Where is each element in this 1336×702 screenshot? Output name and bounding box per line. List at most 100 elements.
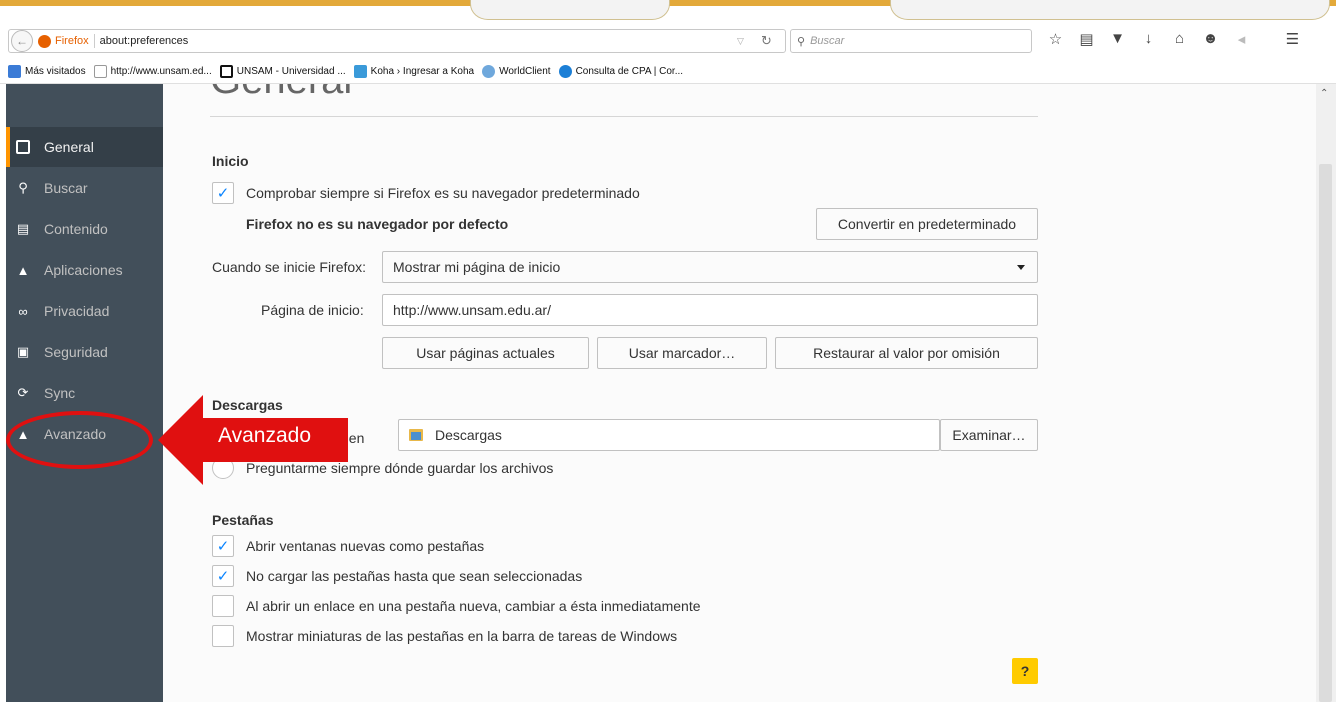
bookmark-label: Más visitados (25, 66, 86, 77)
sidebar-item-label: Privacidad (44, 303, 110, 319)
tab[interactable] (890, 0, 1330, 20)
tabs-option-label[interactable]: Abrir ventanas nuevas como pestañas (246, 538, 484, 554)
startup-label: Cuando se inicie Firefox: (212, 259, 367, 275)
browse-button[interactable]: Examinar… (940, 419, 1038, 451)
history-dropdown-icon[interactable]: ▽ (737, 36, 744, 47)
home-icon[interactable]: ⌂ (1164, 30, 1195, 48)
bookmark-label: http://www.unsam.ed... (110, 66, 212, 77)
identity-label[interactable]: Firefox (55, 35, 89, 47)
firefox-logo-icon (38, 34, 51, 48)
default-browser-label[interactable]: Comprobar siempre si Firefox es su naveg… (246, 185, 640, 201)
reload-icon[interactable]: ↻ (761, 33, 772, 49)
folder-icon (409, 429, 423, 441)
tabs-option-checkbox[interactable] (212, 595, 234, 617)
sidebar-item-buscar[interactable]: ⚲ Buscar (6, 168, 163, 208)
sidebar-item-label: Seguridad (44, 344, 108, 360)
bookmark-label: Consulta de CPA | Cor... (575, 66, 684, 77)
menu-hamburger-icon[interactable]: ☰ (1277, 30, 1308, 48)
bookmarks-toolbar: Más visitados http://www.unsam.ed... UNS… (0, 60, 1336, 84)
sidebar-item-label: Contenido (44, 221, 108, 237)
sidebar-item-general[interactable]: General (6, 127, 163, 167)
section-heading-pestanas: Pestañas (212, 512, 274, 528)
applications-icon: ▲ (16, 262, 30, 278)
use-bookmark-button[interactable]: Usar marcador… (597, 337, 767, 369)
sidebar-item-label: General (44, 139, 94, 155)
restore-default-button[interactable]: Restaurar al valor por omisión (775, 337, 1038, 369)
preferences-sidebar: General ⚲ Buscar ▤ Contenido ▲ Aplicacio… (6, 84, 163, 702)
page-title-clip: General (163, 84, 1316, 124)
bookmark-item[interactable]: UNSAM - Universidad ... (219, 65, 346, 78)
divider (93, 34, 95, 48)
koha-icon (353, 65, 367, 78)
content-icon: ▤ (16, 221, 30, 236)
bookmark-item[interactable]: Consulta de CPA | Cor... (558, 65, 684, 78)
chevron-down-icon (1017, 265, 1025, 270)
page-icon (93, 65, 107, 78)
sidebar-item-contenido[interactable]: ▤ Contenido (6, 209, 163, 249)
bookmark-item[interactable]: Koha › Ingresar a Koha (353, 65, 474, 78)
sidebar-item-seguridad[interactable]: ▣ Seguridad (6, 332, 163, 372)
sidebar-item-privacidad[interactable]: ∞ Privacidad (6, 291, 163, 331)
checkmark-icon: ✓ (216, 568, 230, 585)
bookmark-label: UNSAM - Universidad ... (236, 66, 346, 77)
section-heading-inicio: Inicio (212, 153, 249, 169)
bookmarks-menu-icon[interactable]: ▤ (1071, 30, 1102, 48)
checkmark-icon: ✓ (216, 185, 230, 202)
security-lock-icon: ▣ (16, 344, 30, 359)
homepage-input-value: http://www.unsam.edu.ar/ (393, 302, 551, 318)
annotation-arrow-label: Avanzado (218, 424, 312, 447)
sidebar-item-label: Buscar (44, 180, 88, 196)
navigation-toolbar: ← Firefox about:preferences ▽ ↻ ⚲ Buscar… (0, 24, 1336, 60)
url-text[interactable]: about:preferences (100, 35, 189, 47)
url-bar[interactable]: ← Firefox about:preferences ▽ ↻ (8, 29, 786, 53)
tabs-option-label[interactable]: Al abrir un enlace en una pestaña nueva,… (246, 598, 701, 614)
make-default-button[interactable]: Convertir en predeterminado (816, 208, 1038, 240)
search-icon: ⚲ (18, 180, 28, 195)
page-title: General (210, 84, 352, 103)
sidebar-item-label: Sync (44, 385, 76, 401)
sync-icon: ⟳ (17, 385, 29, 400)
scrollbar-thumb[interactable] (1319, 164, 1332, 702)
search-icon: ⚲ (797, 35, 806, 48)
homepage-label: Página de inicio: (261, 302, 364, 318)
sidebar-item-sync[interactable]: ⟳ Sync (6, 373, 163, 413)
homepage-input[interactable]: http://www.unsam.edu.ar/ (382, 294, 1038, 326)
sidebar-item-label: Aplicaciones (44, 262, 123, 278)
privacy-mask-icon: ∞ (18, 303, 28, 319)
title-divider (210, 116, 1038, 117)
toolbar-icons: ☆ ▤ ▼ ↓ ⌂ ☻ ◂ ☰ (1040, 30, 1308, 48)
bookmark-star-icon[interactable]: ☆ (1040, 30, 1071, 48)
use-current-pages-button[interactable]: Usar páginas actuales (382, 337, 589, 369)
checkmark-icon: ✓ (216, 538, 230, 555)
tabs-option-label[interactable]: Mostrar miniaturas de las pestañas en la… (246, 628, 677, 644)
unsam-icon (219, 65, 233, 78)
downloads-icon[interactable]: ↓ (1133, 30, 1164, 48)
scroll-up-icon[interactable]: ⌃ (1320, 88, 1328, 99)
download-folder-field: Descargas (398, 419, 940, 451)
tabs-option-checkbox[interactable] (212, 625, 234, 647)
cpa-icon (558, 65, 572, 78)
search-bar[interactable]: ⚲ Buscar (790, 29, 1032, 53)
vertical-scrollbar[interactable]: ⌃ (1316, 84, 1336, 702)
search-placeholder: Buscar (810, 35, 845, 47)
startup-select-value: Mostrar mi página de inicio (393, 259, 561, 275)
help-button[interactable]: ? (1012, 658, 1038, 684)
tabs-option-label[interactable]: No cargar las pestañas hasta que sean se… (246, 568, 582, 584)
tab[interactable] (470, 0, 670, 20)
tab-strip (0, 0, 1336, 24)
pocket-icon[interactable]: ▼ (1102, 30, 1133, 48)
worldclient-icon (482, 65, 496, 78)
chat-icon[interactable]: ☻ (1195, 30, 1226, 48)
sidebar-item-aplicaciones[interactable]: ▲ Aplicaciones (6, 250, 163, 290)
startup-select[interactable]: Mostrar mi página de inicio (382, 251, 1038, 283)
tabs-option-checkbox[interactable]: ✓ (212, 565, 234, 587)
download-folder-value: Descargas (435, 427, 502, 443)
default-browser-checkbox[interactable]: ✓ (212, 182, 234, 204)
tabs-option-checkbox[interactable]: ✓ (212, 535, 234, 557)
bookmark-item[interactable]: http://www.unsam.ed... (93, 65, 212, 78)
back-arrow-icon[interactable]: ← (11, 30, 33, 52)
bookmark-item[interactable]: Más visitados (8, 65, 86, 78)
not-default-text: Firefox no es su navegador por defecto (246, 216, 509, 232)
send-icon[interactable]: ◂ (1226, 30, 1257, 48)
bookmark-item[interactable]: WorldClient (482, 65, 551, 78)
